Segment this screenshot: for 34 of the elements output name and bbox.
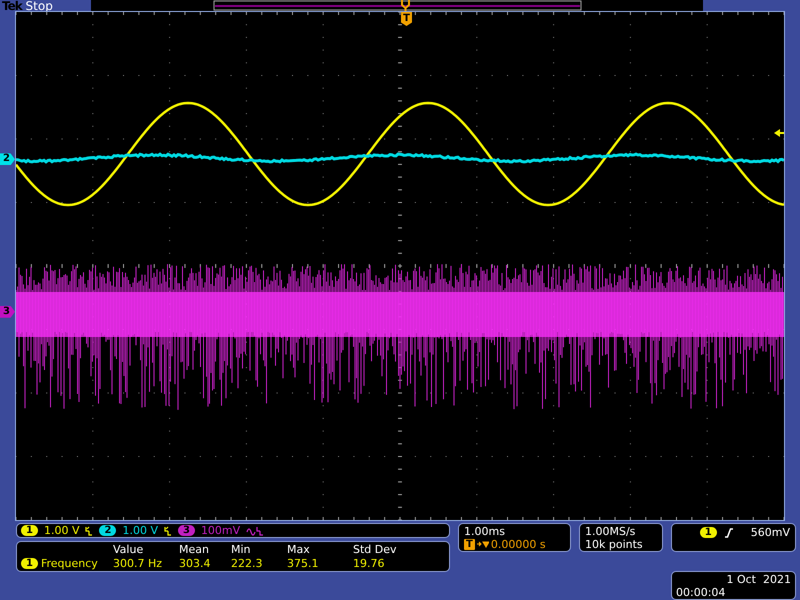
time-text: 00:00:04 xyxy=(676,586,726,598)
channel-badge[interactable]: 3 xyxy=(178,525,195,536)
trigger-level: 560mV xyxy=(750,526,790,539)
channel-marker[interactable]: 2 xyxy=(0,153,15,166)
sample-rate: 1.00MS/s xyxy=(585,524,636,538)
time-scale: 1.00ms xyxy=(464,524,506,538)
trigger-source-badge: 1 xyxy=(700,527,717,538)
expansion-point-icon xyxy=(401,0,410,12)
delay-arrow-icon xyxy=(476,540,489,548)
channel-badge[interactable]: 1 xyxy=(21,525,38,536)
measurement-value: 303.4 xyxy=(179,557,212,570)
trigger-level-arrow-icon xyxy=(774,129,784,137)
channel-scale: 1.00 V xyxy=(122,524,158,537)
measurement-value: 19.76 xyxy=(353,557,386,570)
measurement-value: 300.7 Hz xyxy=(113,557,164,570)
date-text: 1 Oct 2021 xyxy=(726,572,791,586)
channel-scale: 100mV xyxy=(200,524,240,537)
measurement-value: 222.3 xyxy=(231,557,264,570)
column-header: Std Dev xyxy=(353,542,398,556)
channel-marker[interactable]: 3 xyxy=(0,306,15,318)
trigger-position-marker: T xyxy=(401,12,412,26)
column-header: Mean xyxy=(179,542,210,556)
status-text: Tek Stop xyxy=(1,0,54,12)
trigger-position-badge: T xyxy=(464,538,475,550)
column-header: Max xyxy=(287,542,311,556)
channel-badge[interactable]: 2 xyxy=(99,525,116,536)
measurement-source-badge: 1 xyxy=(21,558,38,570)
channel-scale: 1.00 V xyxy=(44,524,80,537)
delay-value: 0.00000 s xyxy=(490,538,546,550)
measurement-name: Frequency xyxy=(40,557,98,570)
column-header: Value xyxy=(113,542,144,556)
record-length: 10k points xyxy=(585,538,644,550)
measurement-value: 375.1 xyxy=(287,557,320,570)
column-header: Min xyxy=(231,542,252,556)
